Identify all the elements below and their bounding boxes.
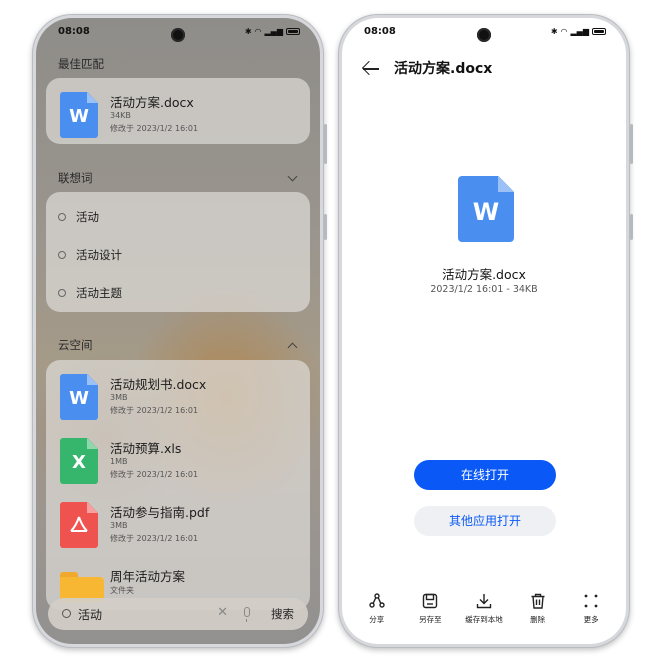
search-icon	[62, 609, 71, 618]
folder-name: 周年活动方案	[110, 569, 186, 584]
bluetooth-icon: ✱	[550, 26, 558, 36]
file-name: 活动方案.docx	[110, 95, 194, 110]
file-name: 活动预算.xls	[110, 441, 182, 456]
word-doc-icon: W	[60, 92, 98, 138]
suggestions-title: 联想词	[58, 171, 93, 185]
stage: 08:08 ✱ ◠ ▂▄▆ 最佳匹配 W 活动方案.docx 34KB 修改于 …	[0, 0, 660, 660]
delete-button[interactable]: 删除	[511, 592, 565, 632]
search-input[interactable]: 活动	[78, 606, 102, 623]
status-icons: ✱ ◠ ▂▄▆	[551, 27, 606, 36]
suggestion-item[interactable]: 活动设计	[58, 247, 122, 263]
more-button[interactable]: 更多	[564, 592, 618, 632]
battery-icon	[286, 27, 300, 35]
bottom-toolbar: 分享 另存至 缓存到本地 删除 更多	[342, 592, 626, 632]
save-as-button[interactable]: 另存至	[404, 592, 458, 632]
file-size: 3MB	[110, 521, 128, 530]
best-match-file[interactable]: W 活动方案.docx 34KB 修改于 2023/1/2 16:01	[60, 90, 310, 150]
word-doc-icon: W	[458, 176, 514, 242]
file-size: 34KB	[110, 111, 131, 120]
suggestion-item[interactable]: 活动主题	[58, 285, 122, 301]
status-time: 08:08	[58, 25, 90, 37]
volume-button	[630, 124, 633, 164]
wifi-icon: ◠	[254, 26, 262, 36]
share-icon	[350, 592, 404, 612]
search-icon	[58, 289, 66, 297]
search-bar[interactable]: 活动 ✕ 搜索	[48, 598, 308, 630]
battery-icon	[592, 27, 606, 35]
file-detail-screen: 08:08 ✱ ◠ ▂▄▆ 活动方案.docx W 活动方案.docx 2023…	[342, 18, 626, 644]
best-match-title: 最佳匹配	[58, 57, 104, 71]
search-icon	[58, 251, 66, 259]
more-icon	[564, 592, 618, 612]
search-button[interactable]: 搜索	[271, 606, 294, 622]
cloud-file-row[interactable]: 活动参与指南.pdf 3MB 修改于 2023/1/2 16:01	[60, 500, 310, 560]
file-name: 活动规划书.docx	[110, 377, 207, 392]
search-screen: 08:08 ✱ ◠ ▂▄▆ 最佳匹配 W 活动方案.docx 34KB 修改于 …	[36, 18, 320, 644]
left-phone: 08:08 ✱ ◠ ▂▄▆ 最佳匹配 W 活动方案.docx 34KB 修改于 …	[32, 14, 327, 648]
search-icon	[58, 213, 66, 221]
signal-icon: ▂▄▆	[264, 26, 283, 36]
doc-name: 活动方案.docx	[442, 267, 526, 282]
file-size: 1MB	[110, 457, 128, 466]
open-other-app-button[interactable]: 其他应用打开	[414, 506, 556, 536]
chevron-up-icon[interactable]	[287, 342, 298, 353]
signal-icon: ▂▄▆	[570, 26, 589, 36]
excel-doc-icon: X	[60, 438, 98, 484]
share-button[interactable]: 分享	[350, 592, 404, 632]
back-arrow-icon[interactable]	[361, 60, 380, 76]
cloud-file-row[interactable]: W 活动规划书.docx 3MB 修改于 2023/1/2 16:01	[60, 372, 310, 432]
file-size: 3MB	[110, 393, 128, 402]
status-icons: ✱ ◠ ▂▄▆	[245, 27, 300, 36]
front-camera	[171, 28, 185, 42]
clear-icon[interactable]: ✕	[217, 605, 228, 620]
file-name: 活动参与指南.pdf	[110, 505, 210, 520]
pdf-icon	[60, 502, 98, 548]
chevron-down-icon[interactable]	[287, 171, 298, 182]
status-time: 08:08	[364, 25, 396, 37]
doc-info: 2023/1/2 16:01 - 34KB	[430, 284, 538, 295]
bluetooth-icon: ✱	[244, 26, 252, 36]
cloud-title: 云空间	[58, 338, 93, 352]
delete-icon	[511, 592, 565, 612]
file-modified: 修改于 2023/1/2 16:01	[110, 470, 199, 479]
page-title: 活动方案.docx	[394, 61, 493, 77]
microphone-icon[interactable]	[244, 607, 250, 622]
power-button	[630, 214, 633, 240]
volume-button	[324, 124, 327, 164]
word-doc-icon: W	[60, 374, 98, 420]
cloud-file-row[interactable]: X 活动预算.xls 1MB 修改于 2023/1/2 16:01	[60, 436, 310, 496]
file-modified: 修改于 2023/1/2 16:01	[110, 124, 199, 133]
folder-type: 文件夹	[110, 586, 134, 595]
front-camera	[477, 28, 491, 42]
open-online-button[interactable]: 在线打开	[414, 460, 556, 490]
download-button[interactable]: 缓存到本地	[457, 592, 511, 632]
file-modified: 修改于 2023/1/2 16:01	[110, 534, 199, 543]
file-modified: 修改于 2023/1/2 16:01	[110, 406, 199, 415]
right-phone: 08:08 ✱ ◠ ▂▄▆ 活动方案.docx W 活动方案.docx 2023…	[338, 14, 633, 648]
save-as-icon	[404, 592, 458, 612]
download-icon	[457, 592, 511, 612]
suggestion-item[interactable]: 活动	[58, 209, 99, 225]
power-button	[324, 214, 327, 240]
wifi-icon: ◠	[560, 26, 568, 36]
